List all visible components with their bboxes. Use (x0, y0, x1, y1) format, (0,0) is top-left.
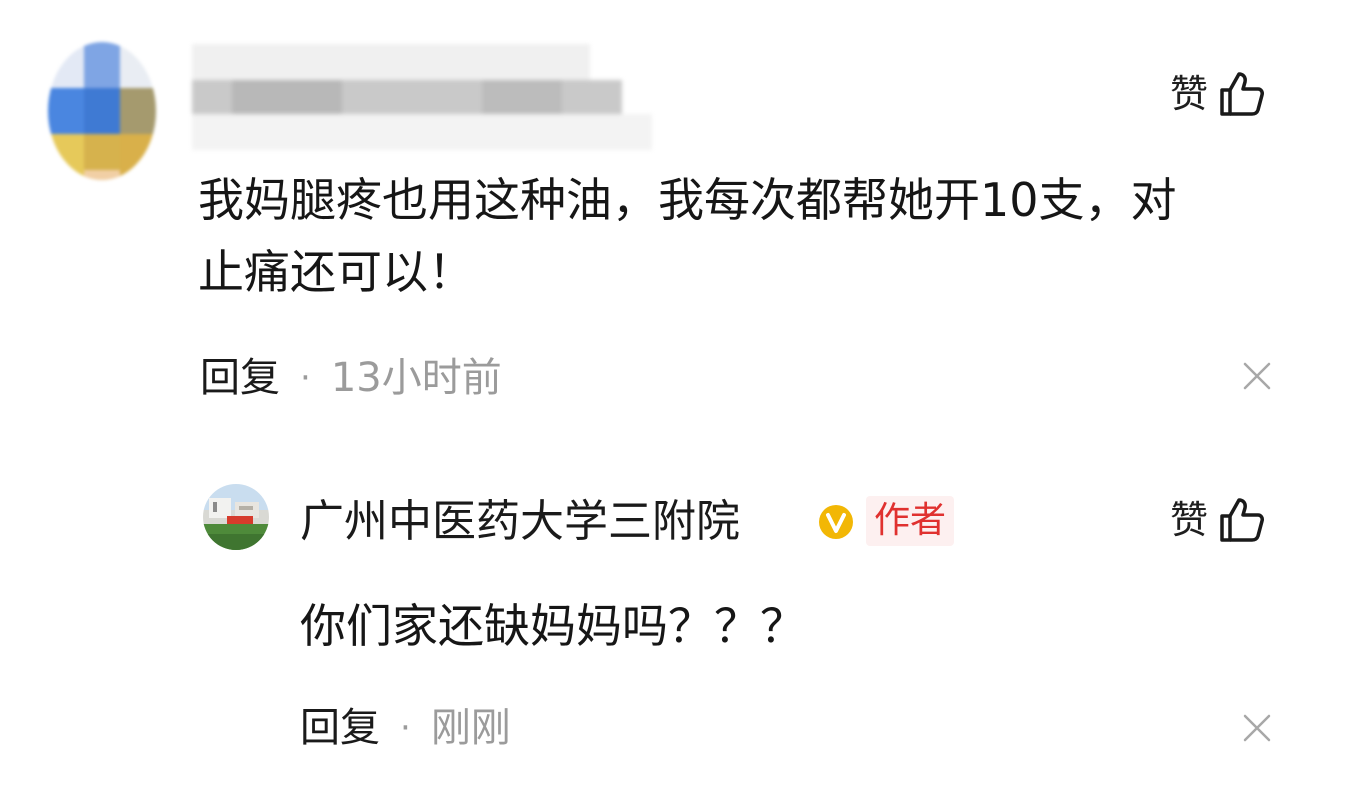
thumbs-up-icon (1218, 70, 1266, 118)
like-button[interactable]: 赞 (1170, 70, 1266, 118)
reply-text: 你们家还缺妈妈吗？？？ (300, 599, 806, 653)
comment-meta: 回复 · 13小时前 (200, 358, 502, 398)
user-name-blurred[interactable] (192, 44, 652, 152)
reply-button[interactable]: 回复 (300, 708, 380, 748)
reply-button[interactable]: 回复 (200, 358, 280, 398)
author-avatar[interactable] (203, 484, 269, 550)
like-button[interactable]: 赞 (1170, 496, 1266, 544)
close-icon[interactable] (1243, 362, 1271, 390)
timestamp: 刚刚 (430, 705, 511, 751)
meta-separator: · (300, 358, 311, 398)
meta-separator: · (400, 708, 411, 748)
author-name[interactable]: 广州中医药大学三附院 (300, 492, 740, 552)
comment-text: 我妈腿疼也用这种油，我每次都帮她开10支，对 止痛还可以！ (198, 164, 1177, 308)
thumbs-up-icon (1218, 496, 1266, 544)
comment-text-line: 我妈腿疼也用这种油，我每次都帮她开10支，对 (198, 173, 1177, 227)
like-label: 赞 (1170, 72, 1209, 116)
close-icon[interactable] (1243, 714, 1271, 742)
like-label: 赞 (1170, 498, 1209, 542)
verified-icon (818, 504, 854, 540)
reply-meta: 回复 · 刚刚 (300, 708, 511, 748)
user-avatar-blurred[interactable] (48, 42, 156, 180)
timestamp: 13小时前 (330, 355, 502, 401)
author-tag: 作者 (866, 496, 955, 546)
comment-text-line: 止痛还可以！ (198, 245, 474, 299)
